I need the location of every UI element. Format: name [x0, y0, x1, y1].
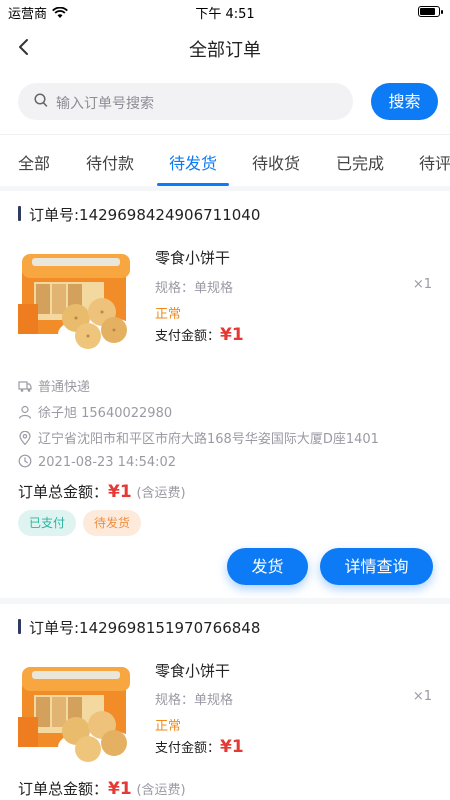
product-quantity: ×1 [412, 277, 432, 292]
payment-amount: 支付金额：¥1 [155, 737, 244, 757]
active-tab-indicator [157, 183, 229, 186]
order-status-tabs: 全部 待付款 待发货 待收货 已完成 待评 [0, 134, 450, 186]
total-note: (含运费) [136, 783, 186, 798]
order-total: 订单总金额：¥1 (含运费) [18, 481, 186, 502]
order-time: 2021-08-23 14:54:02 [18, 454, 176, 470]
clock: 下午 4:51 [195, 7, 255, 22]
status-bar: 运营商 下午 4:51 [0, 0, 450, 24]
contact-info: 徐子旭 15640022980 [18, 402, 172, 421]
payment-amount: 支付金额：¥1 [155, 325, 244, 345]
tab-all[interactable]: 全部 [18, 150, 50, 174]
order-number: 订单号:1429698151970766848 [18, 617, 260, 638]
product-image[interactable] [18, 659, 138, 767]
product-spec: 规格：单规格 [155, 693, 234, 708]
payment-label: 支付金额： [155, 741, 221, 756]
delivery-text: 普通快递 [38, 380, 91, 395]
tab-pending-review[interactable]: 待评 [419, 150, 450, 174]
search-input[interactable]: 输入订单号搜索 [18, 83, 353, 120]
product-image[interactable] [18, 246, 138, 354]
clock-icon [18, 454, 32, 468]
search-placeholder: 输入订单号搜索 [56, 96, 154, 112]
order-card: 订单号:1429698424906711040 零食小饼干 规格：单规格 ×1 … [0, 191, 450, 598]
battery-icon [418, 6, 443, 17]
contact-text: 徐子旭 15640022980 [38, 406, 173, 421]
delivery-method: 普通快递 [18, 376, 90, 395]
order-card: 订单号:1429698151970766848 零食小饼干 规格：单规格 ×1 … [0, 604, 450, 800]
status-badge-paid: 已支付 [18, 510, 77, 536]
detail-query-button[interactable]: 详情查询 [320, 548, 433, 585]
total-label: 订单总金额： [18, 483, 109, 501]
total-price: ¥1 [108, 779, 132, 799]
order-total: 订单总金额：¥1 (含运费) [18, 778, 186, 799]
search-bar: 输入订单号搜索 搜索 [0, 70, 450, 134]
status-badge-pending-shipment: 待发货 [83, 510, 142, 536]
battery-fill [420, 8, 435, 15]
tab-pending-receipt[interactable]: 待收货 [252, 150, 300, 174]
time-text: 2021-08-23 14:54:02 [38, 455, 177, 470]
total-price: ¥1 [108, 482, 132, 502]
user-icon [18, 405, 32, 419]
payment-label: 支付金额： [155, 329, 221, 344]
total-note: (含运费) [136, 486, 186, 501]
tab-pending-shipment[interactable]: 待发货 [169, 150, 217, 174]
ship-button[interactable]: 发货 [227, 548, 308, 585]
tab-completed[interactable]: 已完成 [336, 150, 384, 174]
product-quantity: ×1 [412, 689, 432, 704]
page-title: 全部订单 [189, 40, 261, 61]
nav-bar: 全部订单 [0, 24, 450, 70]
payment-price: ¥1 [220, 737, 244, 757]
location-pin-icon [18, 430, 32, 446]
product-name: 零食小饼干 [155, 249, 231, 267]
order-number: 订单号:1429698424906711040 [18, 204, 260, 225]
total-label: 订单总金额： [18, 780, 109, 798]
product-name: 零食小饼干 [155, 662, 231, 680]
shipping-address: 辽宁省沈阳市和平区市府大路168号华姿国际大厦D座1401 [18, 428, 379, 447]
address-text: 辽宁省沈阳市和平区市府大路168号华姿国际大厦D座1401 [38, 432, 379, 447]
search-icon [34, 93, 48, 112]
product-status: 正常 [155, 307, 182, 322]
product-spec: 规格：单规格 [155, 281, 234, 296]
product-status: 正常 [155, 719, 182, 734]
tab-pending-payment[interactable]: 待付款 [86, 150, 134, 174]
search-button[interactable]: 搜索 [371, 83, 438, 120]
payment-price: ¥1 [220, 325, 244, 345]
truck-icon [18, 379, 32, 393]
